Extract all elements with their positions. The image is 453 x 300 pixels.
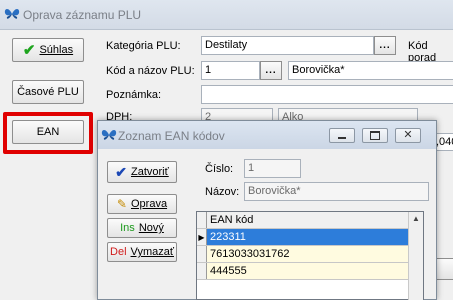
ean-cell[interactable]: 7613033031762 — [207, 246, 423, 262]
delete-button[interactable]: Del Vymazať — [107, 242, 177, 262]
minimize-button[interactable] — [329, 128, 355, 143]
maximize-icon — [370, 131, 380, 140]
row-indicator — [197, 263, 207, 279]
grid-header-row: EAN kód — [197, 212, 423, 229]
ean-cell[interactable]: 444555 — [207, 263, 423, 279]
number-field: 1 — [244, 159, 301, 178]
main-window-title: Oprava záznamu PLU — [23, 8, 142, 22]
pencil-icon: ✎ — [116, 197, 127, 211]
close-window-button[interactable]: ✕ — [395, 128, 421, 143]
edit-button-label: Oprava — [130, 198, 168, 210]
ean-button[interactable]: EAN — [12, 120, 84, 144]
delete-button-label: Vymazať — [130, 246, 174, 258]
grid-header-indicator — [197, 212, 207, 228]
delete-prefix: Del — [110, 246, 127, 258]
checkmark-icon: ✔ — [22, 41, 36, 59]
table-row[interactable]: 7613033031762 — [197, 246, 423, 263]
new-button-label: Nový — [138, 222, 164, 234]
grid-column-header[interactable]: EAN kód — [207, 212, 423, 228]
number-label: Číslo: — [205, 163, 234, 175]
ean-grid: EAN kód ▶ 223311 7613033031762 444555 — [196, 211, 424, 300]
note-field[interactable] — [201, 85, 453, 104]
close-dialog-label: Zatvoriť — [130, 166, 169, 178]
close-dialog-button[interactable]: ✔ Zatvoriť — [107, 161, 177, 183]
name-field: Borovička* — [244, 182, 429, 201]
table-row[interactable]: ▶ 223311 — [197, 229, 423, 246]
plu-code-lookup-button[interactable]: ... — [260, 61, 282, 80]
maximize-button[interactable] — [362, 128, 388, 143]
ean-dialog-title: Zoznam EAN kódov — [118, 129, 225, 143]
new-prefix: Ins — [120, 222, 135, 234]
app-butterfly-icon — [4, 7, 20, 21]
row-indicator — [197, 246, 207, 262]
minimize-icon — [338, 137, 346, 139]
note-label: Poznámka: — [106, 89, 162, 101]
close-icon: ✕ — [403, 129, 413, 141]
ean-cell[interactable]: 223311 — [207, 229, 423, 245]
category-lookup-button[interactable]: ... — [374, 36, 396, 55]
category-field[interactable]: Destilaty — [201, 36, 374, 55]
new-button[interactable]: Ins Nový — [107, 218, 177, 238]
plu-code-field[interactable]: 1 — [201, 61, 260, 80]
ean-button-label: EAN — [36, 126, 60, 138]
row-pointer-icon: ▶ — [197, 229, 207, 245]
grid-scrollbar[interactable]: ▲ — [408, 212, 423, 300]
plu-name-field[interactable]: Borovička* — [288, 61, 453, 80]
ok-button[interactable]: ✔ Súhlas — [12, 38, 84, 62]
category-label: Kategória PLU: — [106, 40, 181, 52]
ok-button-label: Súhlas — [39, 44, 74, 56]
time-plu-button-label: Časové PLU — [17, 86, 79, 98]
dialog-butterfly-icon — [101, 128, 117, 142]
table-row[interactable]: 444555 — [197, 263, 423, 280]
main-title-bar: Oprava záznamu PLU — [0, 0, 453, 30]
code-name-label: Kód a názov PLU: — [106, 65, 195, 77]
edit-button[interactable]: ✎ Oprava — [107, 194, 177, 214]
name-label: Názov: — [205, 186, 240, 198]
check-icon: ✔ — [115, 164, 127, 180]
time-plu-button[interactable]: Časové PLU — [12, 80, 84, 104]
scroll-up-arrow-icon[interactable]: ▲ — [411, 215, 421, 223]
